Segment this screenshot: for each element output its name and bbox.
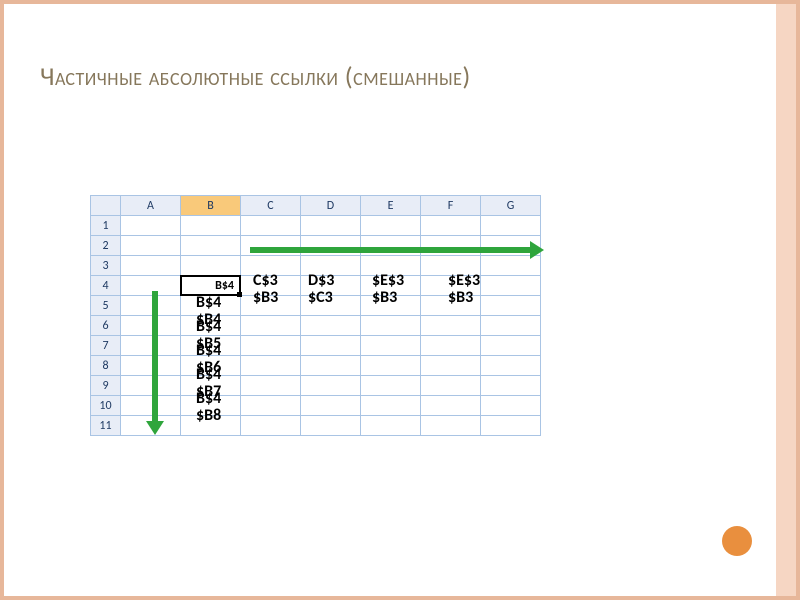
slide: Частичные абсолютные ссылки (смешанные) …: [0, 0, 800, 600]
decor-band-right: [776, 4, 796, 596]
col-head-G: G: [481, 196, 541, 216]
col-head-C: C: [241, 196, 301, 216]
cell-A4: [121, 276, 181, 296]
row-head-11: 11: [91, 416, 121, 436]
col-head-B: B: [181, 196, 241, 216]
col-head-D: D: [301, 196, 361, 216]
grid-table: A B C D E F G 1 2 3 4 B$4 5 6 7 8: [90, 195, 541, 436]
row-head-10: 10: [91, 396, 121, 416]
col-head-A: A: [121, 196, 181, 216]
row-head-9: 9: [91, 376, 121, 396]
row-head-1: 1: [91, 216, 121, 236]
active-cell-B4: B$4: [181, 276, 241, 296]
col-head-E: E: [361, 196, 421, 216]
row-head-6: 6: [91, 316, 121, 336]
row-head-3: 3: [91, 256, 121, 276]
slide-title: Частичные абсолютные ссылки (смешанные): [40, 60, 760, 92]
column-header-row: A B C D E F G: [91, 196, 541, 216]
spreadsheet-grid: A B C D E F G 1 2 3 4 B$4 5 6 7 8: [90, 195, 550, 436]
row-head-4: 4: [91, 276, 121, 296]
active-cell-value: B$4: [215, 279, 234, 293]
corner-cell: [91, 196, 121, 216]
col-head-F: F: [421, 196, 481, 216]
row-head-8: 8: [91, 356, 121, 376]
row-head-7: 7: [91, 336, 121, 356]
row-head-2: 2: [91, 236, 121, 256]
decor-dot: [722, 526, 752, 556]
row-head-5: 5: [91, 296, 121, 316]
